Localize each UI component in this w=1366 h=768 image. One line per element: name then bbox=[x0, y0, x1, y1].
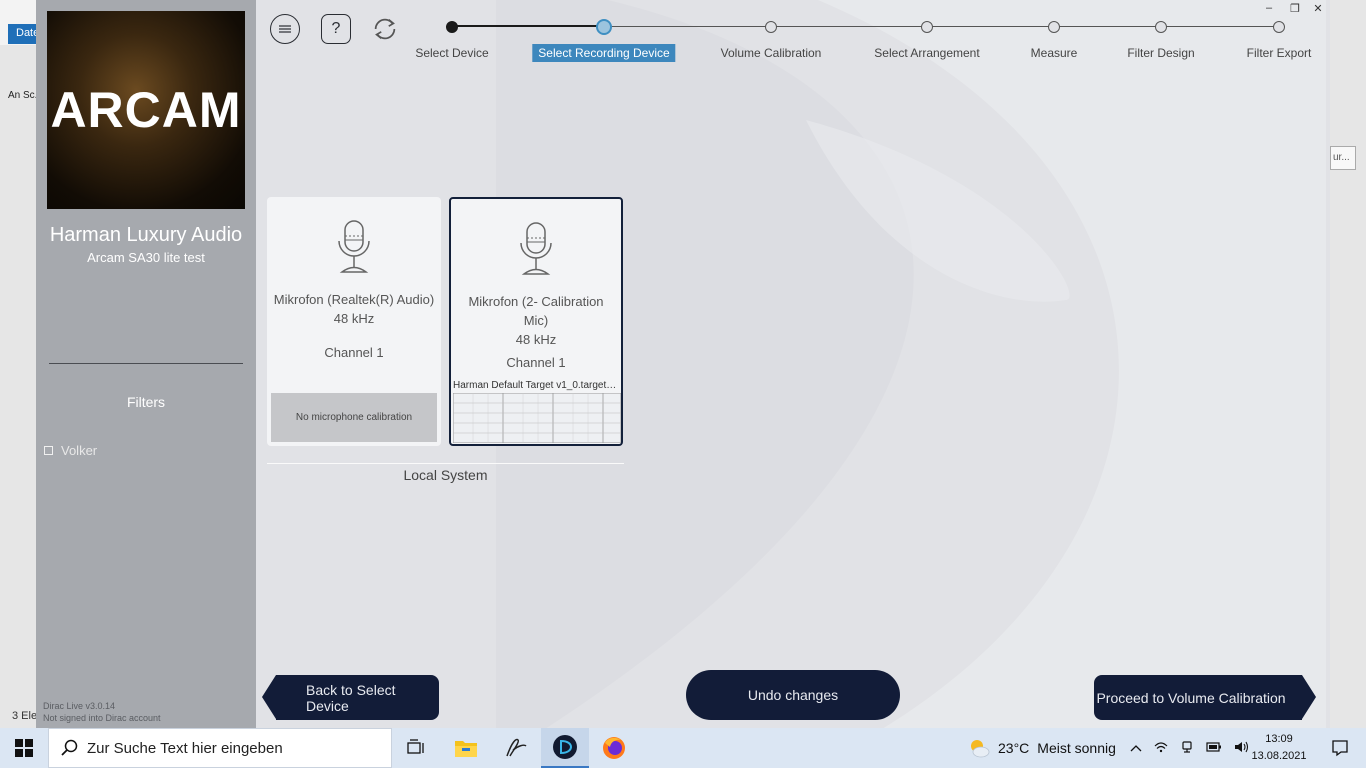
refresh-icon bbox=[374, 18, 396, 40]
local-system-label: Local System bbox=[403, 467, 488, 483]
logo-text: ARCAM bbox=[50, 82, 242, 138]
calibration-dropzone[interactable]: No microphone calibration bbox=[271, 393, 437, 442]
step-label: Measure bbox=[1030, 46, 1078, 60]
filter-label: Volker bbox=[61, 443, 98, 458]
step-dot bbox=[1048, 21, 1060, 33]
device-card-realtek[interactable]: Mikrofon (Realtek(R) Audio) 48 kHz Chann… bbox=[267, 197, 441, 446]
arcam-logo: ARCAM bbox=[47, 11, 245, 209]
restore-button[interactable]: ❐ bbox=[1284, 0, 1306, 16]
partly-sunny-icon bbox=[971, 740, 990, 758]
minimize-button[interactable]: – bbox=[1258, 0, 1280, 16]
step-dot bbox=[921, 21, 933, 33]
microphone-icon bbox=[267, 219, 441, 275]
task-view-icon bbox=[407, 739, 424, 754]
taskbar-search[interactable] bbox=[48, 728, 392, 768]
background-nav-pane bbox=[0, 45, 36, 728]
undo-changes-button[interactable]: Undo changes bbox=[686, 670, 900, 720]
device-info: Mikrofon (Realtek(R) Audio) 48 kHz bbox=[271, 290, 437, 328]
device-name: Arcam SA30 lite test bbox=[87, 250, 205, 265]
local-system-divider bbox=[267, 463, 624, 464]
windows-icon bbox=[15, 739, 33, 757]
calibration-label: No microphone calibration bbox=[295, 412, 413, 423]
background-item-count: 3 Ele bbox=[12, 710, 38, 722]
question-icon: ? bbox=[331, 20, 341, 37]
file-explorer-icon bbox=[455, 741, 477, 757]
wifi-icon[interactable] bbox=[1154, 741, 1168, 756]
dirac-live-icon bbox=[553, 735, 577, 759]
search-input[interactable] bbox=[87, 739, 367, 757]
pen-app-icon bbox=[506, 738, 527, 757]
microphone-icon bbox=[451, 221, 621, 277]
device-rate: 48 kHz bbox=[333, 311, 375, 326]
clock-date: 13.08.2021 bbox=[1251, 750, 1307, 762]
step-dot bbox=[446, 21, 458, 33]
chevron-up-icon[interactable] bbox=[1130, 741, 1142, 755]
step-label: Select Recording Device bbox=[532, 44, 676, 62]
filters-title: Filters bbox=[126, 394, 166, 410]
step-dot bbox=[596, 19, 612, 35]
sidebar-divider bbox=[49, 363, 243, 364]
system-clock[interactable]: 13:09 13.08.2021 bbox=[1248, 731, 1310, 765]
weather-temp: 23°C bbox=[998, 740, 1030, 756]
step-label: Select Arrangement bbox=[874, 46, 980, 60]
step-label: Filter Export bbox=[1246, 46, 1312, 60]
menu-button[interactable] bbox=[270, 14, 300, 44]
weather-desc: Meist sonnig bbox=[1037, 740, 1116, 756]
dirac-live-window: ARCAM Harman Luxury Audio Arcam SA30 lit… bbox=[36, 0, 1330, 728]
hamburger-icon bbox=[279, 25, 291, 33]
step-label: Volume Calibration bbox=[720, 46, 822, 60]
account-status: Not signed into Dirac account bbox=[43, 713, 161, 723]
system-tray bbox=[1130, 728, 1250, 768]
weather-widget[interactable]: 23°C Meist sonnig bbox=[968, 728, 1116, 768]
filter-checkbox[interactable] bbox=[44, 446, 53, 455]
step-label: Select Device bbox=[415, 46, 489, 60]
step-dot bbox=[765, 21, 777, 33]
firefox-icon bbox=[603, 737, 625, 759]
help-button[interactable]: ? bbox=[321, 14, 351, 44]
notifications-button[interactable] bbox=[1320, 728, 1360, 768]
stepper-progress bbox=[452, 25, 604, 27]
background-tab[interactable]: Date bbox=[8, 24, 39, 44]
background-right-pane bbox=[1330, 0, 1366, 728]
clock-time: 13:09 bbox=[1265, 733, 1293, 745]
device-name: Mikrofon (2- Calibration Mic) bbox=[468, 294, 604, 328]
device-brand: Harman Luxury Audio bbox=[49, 224, 243, 246]
meet-now-icon[interactable] bbox=[1180, 740, 1194, 757]
battery-icon[interactable] bbox=[1206, 741, 1222, 755]
calibration-filename: Harman Default Target v1_0.targetcurve bbox=[453, 380, 621, 391]
sidebar: ARCAM Harman Luxury Audio Arcam SA30 lit… bbox=[36, 0, 256, 728]
search-icon bbox=[61, 739, 78, 756]
device-info: Mikrofon (2- Calibration Mic) 48 kHz bbox=[455, 292, 617, 349]
task-view-button[interactable] bbox=[392, 728, 440, 768]
notification-icon bbox=[1332, 740, 1348, 757]
firefox-button[interactable] bbox=[590, 728, 638, 768]
version-info: Dirac Live v3.0.14 Not signed into Dirac… bbox=[43, 700, 161, 724]
device-card-calibration-mic[interactable]: Mikrofon (2- Calibration Mic) 48 kHz Cha… bbox=[449, 197, 623, 446]
file-explorer-button[interactable] bbox=[442, 728, 490, 768]
taskbar: 23°C Meist sonnig bbox=[0, 728, 1366, 768]
calibration-curve-thumbnail bbox=[453, 393, 621, 443]
step-label: Filter Design bbox=[1127, 46, 1195, 60]
step-dot bbox=[1155, 21, 1167, 33]
device-channel: Channel 1 bbox=[506, 355, 566, 370]
device-channel: Channel 1 bbox=[324, 345, 384, 360]
version-label: Dirac Live v3.0.14 bbox=[43, 701, 116, 711]
pen-app-button[interactable] bbox=[492, 728, 540, 768]
start-button[interactable] bbox=[0, 728, 48, 768]
refresh-button[interactable] bbox=[370, 14, 400, 44]
step-dot bbox=[1273, 21, 1285, 33]
proceed-to-volume-calibration-button[interactable]: Proceed to Volume Calibration bbox=[1094, 675, 1316, 720]
close-button[interactable]: ✕ bbox=[1307, 0, 1329, 16]
device-name: Mikrofon (Realtek(R) Audio) bbox=[273, 292, 435, 307]
device-rate: 48 kHz bbox=[515, 332, 557, 347]
back-to-select-device-button[interactable]: Back to Select Device bbox=[262, 675, 439, 720]
background-right-button[interactable]: ur... bbox=[1330, 146, 1356, 170]
filter-item-volker[interactable]: Volker bbox=[44, 443, 97, 458]
dirac-live-taskbar-button[interactable] bbox=[541, 728, 589, 768]
